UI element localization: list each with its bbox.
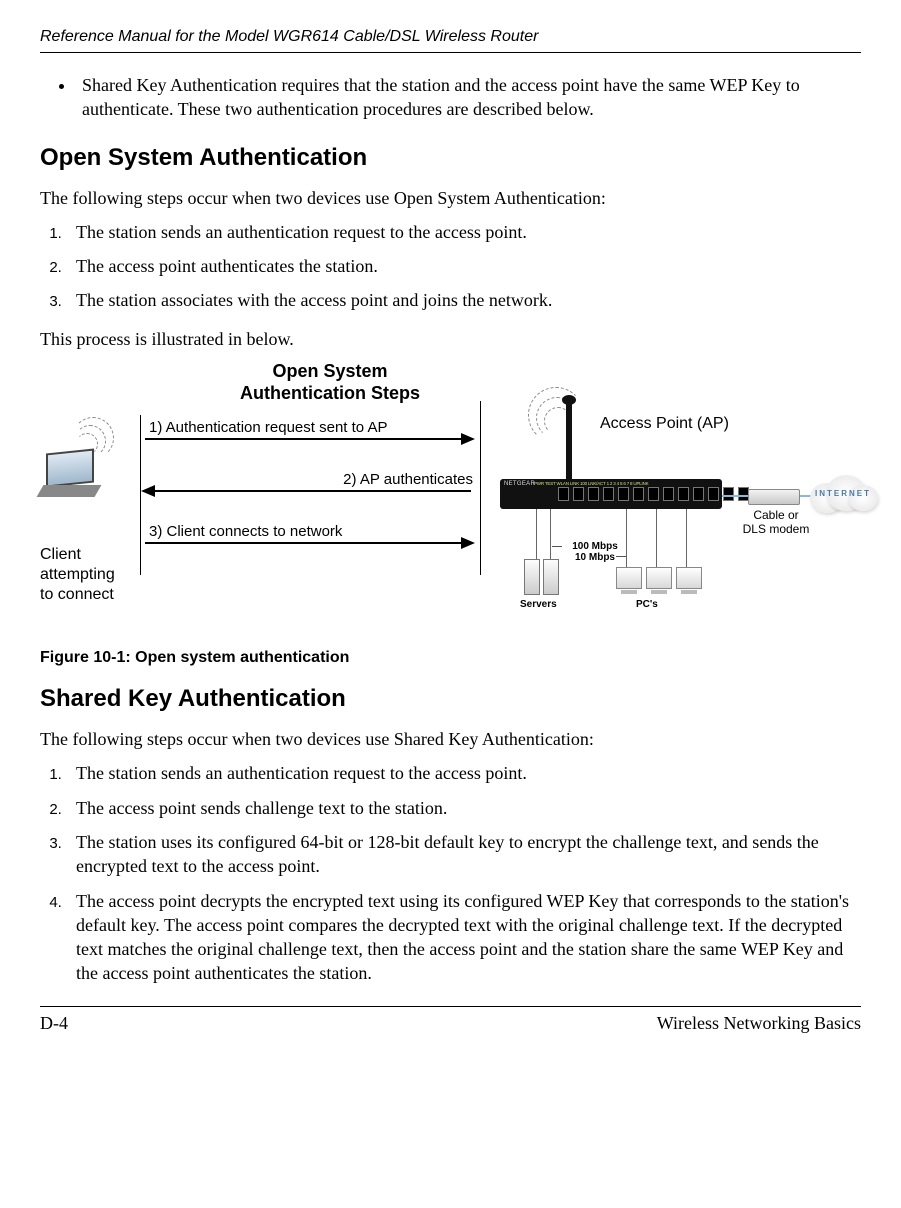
internet-cloud-icon: INTERNET xyxy=(808,471,878,517)
client-label-l2: attempting xyxy=(40,566,115,583)
arrow-area: 1) Authentication request sent to AP 2) … xyxy=(140,415,481,575)
separator-line xyxy=(480,401,481,575)
arrow-right-icon xyxy=(461,433,475,445)
arrow-row-2: 2) AP authenticates xyxy=(141,471,481,515)
modem-label: Cable or DLS modem xyxy=(738,509,814,537)
figure-caption: Figure 10-1: Open system authentication xyxy=(40,649,861,667)
arrow-row-3: 3) Client connects to network xyxy=(141,523,481,567)
arrow-right-icon xyxy=(461,537,475,549)
wire xyxy=(656,509,657,567)
shared-step-3: The station uses its configured 64-bit o… xyxy=(66,830,861,879)
router-port-labels: PWR TEST WLAN LINK 100 LNK/ACT 1 2 3 4 5… xyxy=(534,481,648,486)
wire xyxy=(550,509,551,559)
arrow1-line xyxy=(145,438,471,440)
modem-l2: DLS modem xyxy=(743,522,810,536)
client-label-l3: to connect xyxy=(40,586,114,603)
arrow3-line xyxy=(145,542,471,544)
pcs-label: PC's xyxy=(636,599,658,610)
client-label: Client attempting to connect xyxy=(40,545,140,605)
wire xyxy=(686,509,687,567)
open-step-1: The station sends an authentication requ… xyxy=(66,220,861,244)
open-step-2: The access point authenticates the stati… xyxy=(66,254,861,278)
arrow1-label: 1) Authentication request sent to AP xyxy=(141,419,481,438)
router-ports xyxy=(558,487,749,501)
router-icon: NETGEAR PWR TEST WLAN LINK 100 LNK/ACT 1… xyxy=(500,479,722,509)
ap-label: Access Point (AP) xyxy=(600,415,729,433)
page-footer: D-4 Wireless Networking Basics xyxy=(40,1013,861,1034)
cloud-label: INTERNET xyxy=(808,489,878,498)
figure-open-system-diagram: Open System Authentication Steps Client … xyxy=(40,361,861,631)
shared-step-1: The station sends an authentication requ… xyxy=(66,761,861,785)
speed-100: 100 Mbps xyxy=(572,541,618,552)
shared-key-intro: The following steps occur when two devic… xyxy=(40,727,861,751)
bottom-rule xyxy=(40,1006,861,1007)
arrow3-label: 3) Client connects to network xyxy=(141,523,481,542)
shared-step-4: The access point decrypts the encrypted … xyxy=(66,889,861,986)
heading-shared-key: Shared Key Authentication xyxy=(40,685,861,713)
open-system-steps: The station sends an authentication requ… xyxy=(40,220,861,313)
antenna-icon xyxy=(566,401,572,479)
running-header: Reference Manual for the Model WGR614 Ca… xyxy=(40,28,861,46)
open-system-after: This process is illustrated in below. xyxy=(40,327,861,351)
arrow-row-1: 1) Authentication request sent to AP xyxy=(141,419,481,463)
wire xyxy=(536,509,537,559)
cable-line xyxy=(722,495,748,497)
open-step-3: The station associates with the access p… xyxy=(66,288,861,312)
client-device: Client attempting to connect xyxy=(40,425,140,605)
bullet-shared-key-note: Shared Key Authentication requires that … xyxy=(76,73,861,122)
servers-label: Servers xyxy=(520,599,557,610)
heading-open-system: Open System Authentication xyxy=(40,144,861,172)
diagram-title-l2: Authentication Steps xyxy=(240,383,420,403)
pcs-icon xyxy=(616,567,702,589)
speed-label: 100 Mbps 10 Mbps xyxy=(560,541,630,563)
modem-icon xyxy=(748,489,800,505)
diagram-title: Open System Authentication Steps xyxy=(200,361,460,404)
speed-10: 10 Mbps xyxy=(575,552,615,563)
arrow-left-icon xyxy=(141,485,155,497)
shared-key-steps: The station sends an authentication requ… xyxy=(40,761,861,985)
shared-step-2: The access point sends challenge text to… xyxy=(66,796,861,820)
intro-bullet-list: Shared Key Authentication requires that … xyxy=(40,73,861,122)
diagram-title-l1: Open System xyxy=(272,361,387,381)
client-label-l1: Client xyxy=(40,546,81,563)
modem-l1: Cable or xyxy=(753,508,798,522)
open-system-intro: The following steps occur when two devic… xyxy=(40,186,861,210)
router-brand: NETGEAR xyxy=(504,481,535,487)
footer-page-number: D-4 xyxy=(40,1013,68,1034)
footer-section-name: Wireless Networking Basics xyxy=(657,1013,861,1034)
servers-icon xyxy=(524,559,559,595)
arrow2-label: 2) AP authenticates xyxy=(141,471,481,490)
laptop-icon xyxy=(40,455,102,497)
top-rule xyxy=(40,52,861,53)
arrow2-line xyxy=(145,490,471,492)
